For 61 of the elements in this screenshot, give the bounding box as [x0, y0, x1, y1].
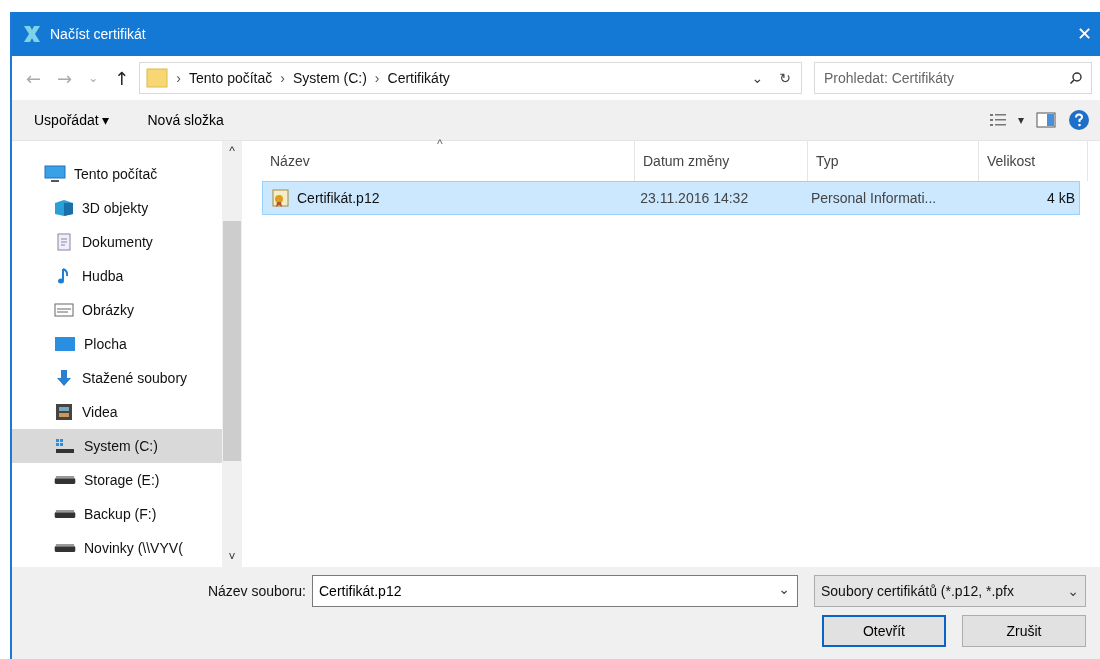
search-field[interactable]: Prohledat: Certifikáty [814, 62, 1092, 94]
dropdown-caret: ⌄ [1067, 583, 1079, 599]
scrollbar-thumb[interactable] [223, 221, 241, 461]
sidebar-item[interactable]: System (C:) [12, 429, 222, 463]
breadcrumb-separator: › [374, 70, 380, 86]
drive-icon [54, 544, 76, 552]
filename-label: Název souboru: [207, 583, 306, 599]
film-icon [54, 403, 74, 421]
up-button[interactable]: ↑ [108, 67, 136, 89]
address-dropdown[interactable]: ⌄ [747, 70, 768, 86]
drive-icon [54, 437, 76, 455]
file-name: Certifikát.p12 [297, 190, 380, 206]
window-title: Načíst certifikát [50, 26, 147, 42]
sidebar-item[interactable]: Videa [12, 395, 222, 429]
type-cell-text: Personal Informati... [809, 190, 938, 206]
scroll-up-arrow[interactable]: ^ [229, 141, 235, 161]
sidebar-item[interactable]: Stažené soubory [12, 361, 222, 395]
drive-icon [54, 510, 76, 518]
close-button[interactable]: ✕ [1069, 23, 1100, 45]
breadcrumb-separator: › [176, 70, 181, 86]
download-arrow-icon [54, 369, 74, 387]
breadcrumb-separator: › [280, 70, 285, 86]
dropdown-caret[interactable]: ⌄ [778, 581, 790, 597]
refresh-button[interactable]: ↻ [775, 70, 795, 86]
drive-icon [54, 476, 76, 484]
date-cell-text: 23.11.2016 14:32 [639, 190, 750, 206]
cancel-button[interactable]: Zrušit [962, 615, 1086, 647]
open-button[interactable]: Otevřít [822, 615, 946, 647]
sidebar-item[interactable]: Backup (F:) [12, 497, 222, 531]
sidebar-item[interactable]: Obrázky [12, 293, 222, 327]
sidebar-item[interactable]: 3D objekty [12, 191, 222, 225]
certificate-icon [271, 188, 291, 208]
new-folder-button[interactable]: Nová složka [141, 108, 230, 132]
size-cell-text: 4 kB [1046, 190, 1076, 206]
breadcrumb-item[interactable]: Tento počítač [189, 70, 273, 86]
desktop-icon [54, 335, 76, 353]
search-icon [1069, 71, 1083, 85]
document-icon [54, 233, 74, 251]
sidebar-item[interactable]: Dokumenty [12, 225, 222, 259]
sidebar-item[interactable]: Storage (E:) [12, 463, 222, 497]
scroll-down-arrow[interactable]: ˅ [228, 547, 236, 567]
folder-icon [146, 67, 169, 89]
file-type-dropdown[interactable]: Soubory certifikátů (*.p12, *.pfx ⌄ [814, 575, 1086, 607]
cube-icon [54, 199, 74, 217]
sidebar-item[interactable]: Hudba [12, 259, 222, 293]
sidebar-item[interactable]: Plocha [12, 327, 222, 361]
image-icon [54, 301, 74, 319]
breadcrumb-item[interactable]: System (C:) [292, 70, 367, 86]
help-icon[interactable] [1068, 109, 1090, 131]
app-icon [22, 24, 42, 44]
organize-button[interactable]: Uspořádat ▾ [28, 108, 116, 132]
sidebar-scrollbar[interactable]: ^ ˅ [222, 141, 242, 567]
sidebar-item[interactable]: Tento počítač [12, 157, 222, 191]
view-caret[interactable]: ▾ [1018, 113, 1024, 127]
address-bar[interactable]: › Tento počítač › System (C:) › Certifikáty ⌄ ↻ [139, 62, 802, 94]
preview-pane-icon[interactable] [1036, 112, 1056, 128]
breadcrumb-item[interactable]: Certifikáty [387, 70, 450, 86]
sidebar-item[interactable]: Novinky (\\VYV( [12, 531, 222, 565]
file-row[interactable]: Certifikát.p12 23.11.2016 14:32 Personal Informati... 4 kB [262, 181, 1080, 215]
view-icon[interactable] [990, 113, 1006, 127]
computer-icon [44, 164, 66, 184]
